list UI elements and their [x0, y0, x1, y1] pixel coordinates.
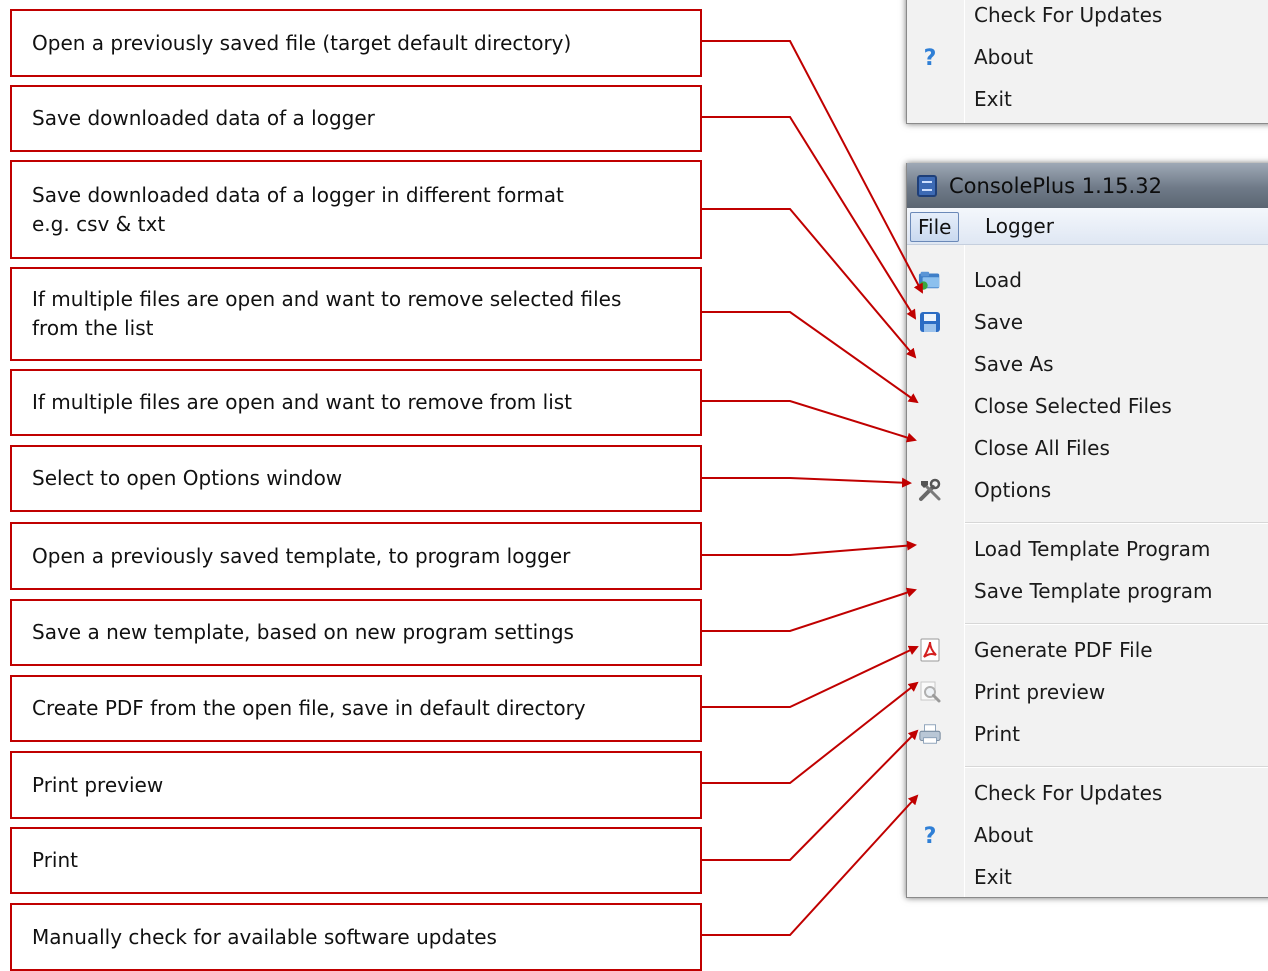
- arrow-load-template: [702, 540, 917, 556]
- arrow-save-as: [702, 208, 917, 359]
- arrow-close-selected: [702, 311, 919, 404]
- arrow-generate-pdf: [702, 645, 919, 708]
- connector-arrows: [702, 40, 923, 936]
- arrow-save-template: [702, 587, 917, 632]
- arrow-load: [702, 40, 923, 294]
- arrow-close-all: [702, 400, 917, 443]
- arrow-print: [702, 729, 919, 861]
- arrow-options: [702, 477, 912, 488]
- arrow-check-updates: [702, 794, 919, 936]
